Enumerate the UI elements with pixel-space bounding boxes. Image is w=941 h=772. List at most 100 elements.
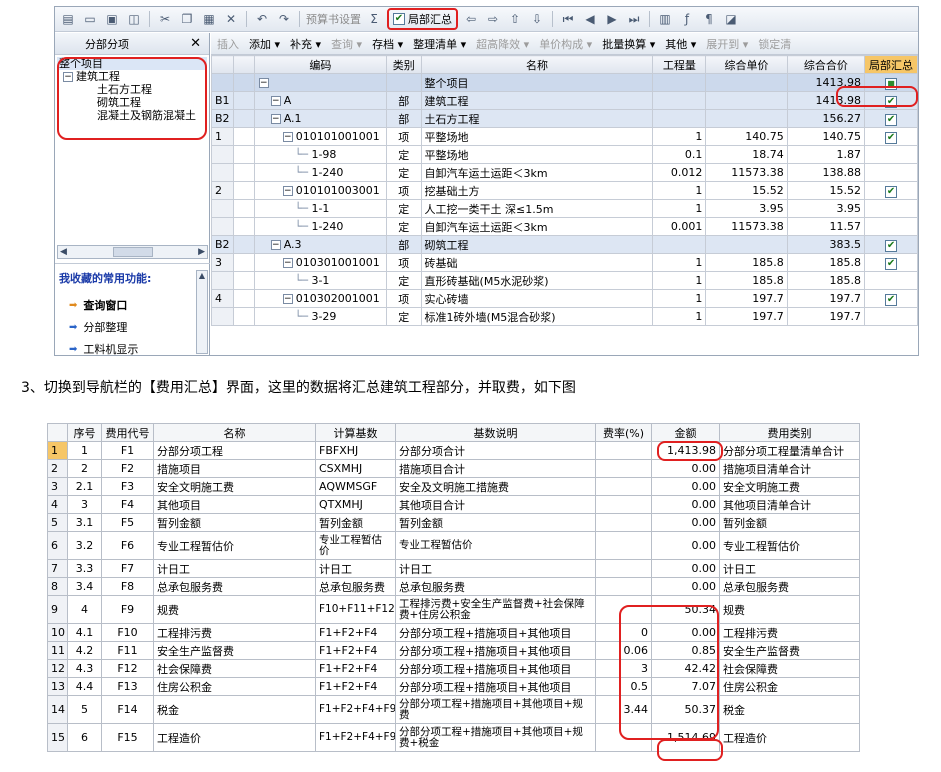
- move-right-icon[interactable]: ⇨: [484, 10, 502, 28]
- fee-code-cell[interactable]: F6: [101, 531, 154, 560]
- move-up-icon[interactable]: ⇧: [506, 10, 524, 28]
- fee-col-base[interactable]: 计算基数: [315, 423, 396, 442]
- fee-amount-cell[interactable]: 0.00: [651, 513, 720, 532]
- fee-name-cell[interactable]: 住房公积金: [153, 677, 316, 696]
- next-icon[interactable]: ▶: [603, 10, 621, 28]
- partial-checkbox-checked[interactable]: ✔: [885, 131, 898, 144]
- add-button[interactable]: 添加 ▾: [249, 36, 280, 52]
- favorite-section-organize[interactable]: ➡ 分部整理: [55, 316, 210, 338]
- fee-type-cell[interactable]: 安全生产监督费: [719, 641, 860, 660]
- total-price-cell[interactable]: 3.95: [786, 199, 866, 218]
- unit-price-cell[interactable]: 185.8: [705, 271, 788, 290]
- fee-amount-cell[interactable]: 42.42: [651, 659, 720, 678]
- fee-rate-cell[interactable]: 0.5: [595, 677, 652, 696]
- fee-type-cell[interactable]: 规费: [719, 595, 860, 624]
- unit-price-cell[interactable]: [705, 91, 788, 110]
- category-cell[interactable]: 定: [385, 199, 422, 218]
- total-price-cell[interactable]: 1413.98: [786, 73, 866, 92]
- partial-summary-cell[interactable]: ✔: [864, 253, 918, 272]
- fee-seq-cell[interactable]: 4.3: [67, 659, 102, 678]
- fee-base-cell[interactable]: QTXMHJ: [315, 495, 396, 514]
- total-price-cell[interactable]: 197.7: [786, 307, 866, 326]
- partial-summary-toggle[interactable]: ✔ 局部汇总: [387, 8, 458, 30]
- fee-col-rate[interactable]: 费率(%): [595, 423, 652, 442]
- save-icon[interactable]: ▣: [103, 10, 121, 28]
- fee-base-cell[interactable]: F1+F2+F4: [315, 677, 396, 696]
- quantity-cell[interactable]: 1: [652, 253, 707, 272]
- partial-summary-cell[interactable]: ■: [864, 73, 918, 92]
- quantity-cell[interactable]: 1: [652, 271, 707, 290]
- partial-summary-checkbox[interactable]: ✔: [393, 13, 405, 25]
- open-folder-icon[interactable]: ▭: [81, 10, 99, 28]
- fee-code-cell[interactable]: F15: [101, 723, 154, 752]
- fee-amount-cell[interactable]: 0.00: [651, 531, 720, 560]
- fee-base-cell[interactable]: 暂列金额: [315, 513, 396, 532]
- partial-checkbox-checked[interactable]: ✔: [885, 113, 898, 126]
- fee-seq-cell[interactable]: 3.1: [67, 513, 102, 532]
- fee-base-cell[interactable]: F1+F2+F4: [315, 659, 396, 678]
- fee-name-cell[interactable]: 工程排污费: [153, 623, 316, 642]
- fee-col-seq[interactable]: 序号: [67, 423, 102, 442]
- grid-row[interactable]: 1−010101001001 项平整场地 1 140.75 140.75 ✔: [210, 127, 918, 146]
- total-price-cell[interactable]: 383.5: [786, 235, 866, 254]
- fee-code-cell[interactable]: F4: [101, 495, 154, 514]
- grid-row[interactable]: └─ 1-240 定自卸汽车运土运距＜3km 0.001 11573.38 11.57: [210, 217, 918, 236]
- fee-type-cell[interactable]: 社会保障费: [719, 659, 860, 678]
- fee-base-desc-cell[interactable]: 专业工程暂估价: [395, 531, 596, 560]
- fee-row[interactable]: 11 4.2 F11 安全生产监督费 F1+F2+F4 分部分项工程+措施项目+其他项目 0…: [47, 641, 860, 660]
- fee-type-cell[interactable]: 其他项目清单合计: [719, 495, 860, 514]
- vertical-scrollbar[interactable]: ▲: [196, 270, 208, 354]
- fee-row[interactable]: 7 3.3 F7 计日工 计日工 计日工 0.00 计日工: [47, 559, 860, 578]
- redo-icon[interactable]: ↷: [275, 10, 293, 28]
- fee-code-cell[interactable]: F3: [101, 477, 154, 496]
- favorite-labor-material[interactable]: ➡ 工料机显示: [55, 338, 210, 355]
- fee-seq-cell[interactable]: 3.3: [67, 559, 102, 578]
- fee-seq-cell[interactable]: 6: [67, 723, 102, 752]
- code-cell[interactable]: −010101003001: [253, 181, 387, 200]
- partial-summary-cell[interactable]: [864, 145, 918, 164]
- quantity-cell[interactable]: 1: [652, 127, 707, 146]
- fee-type-cell[interactable]: 分部分项工程量清单合计: [719, 441, 860, 460]
- fee-base-desc-cell[interactable]: 计日工: [395, 559, 596, 578]
- fee-col-base-desc[interactable]: 基数说明: [395, 423, 596, 442]
- fee-col-code[interactable]: 费用代号: [101, 423, 154, 442]
- last-icon[interactable]: ⏭: [625, 10, 643, 28]
- fee-type-cell[interactable]: 措施项目清单合计: [719, 459, 860, 478]
- fee-amount-cell[interactable]: 50.37: [651, 695, 720, 724]
- fee-base-cell[interactable]: FBFXHJ: [315, 441, 396, 460]
- horizontal-scrollbar[interactable]: ◀ ▶: [57, 245, 208, 259]
- quantity-cell[interactable]: 1: [652, 307, 707, 326]
- fee-base-desc-cell[interactable]: 分部分项工程+措施项目+其他项目+规费+税金: [395, 723, 596, 752]
- partial-summary-cell[interactable]: [864, 199, 918, 218]
- unit-price-cell[interactable]: [705, 73, 788, 92]
- total-price-cell[interactable]: 140.75: [786, 127, 866, 146]
- quantity-cell[interactable]: [652, 235, 707, 254]
- grid-row[interactable]: └─ 3-1 定直形砖基础(M5水泥砂浆) 1 185.8 185.8: [210, 271, 918, 290]
- partial-summary-cell[interactable]: ✔: [864, 91, 918, 110]
- fee-base-desc-cell[interactable]: 分部分项工程+措施项目+其他项目: [395, 623, 596, 642]
- col-header-quantity[interactable]: 工程量: [652, 55, 707, 74]
- fee-seq-cell[interactable]: 1: [67, 441, 102, 460]
- fee-rate-cell[interactable]: 3.44: [595, 695, 652, 724]
- partial-summary-cell[interactable]: [864, 217, 918, 236]
- fee-base-desc-cell[interactable]: 总承包服务费: [395, 577, 596, 596]
- partial-summary-cell[interactable]: [864, 271, 918, 290]
- fee-base-desc-cell[interactable]: 分部分项合计: [395, 441, 596, 460]
- grid-row[interactable]: 2−010101003001 项挖基础土方 1 15.52 15.52 ✔: [210, 181, 918, 200]
- fee-amount-cell[interactable]: 7.07: [651, 677, 720, 696]
- fee-type-cell[interactable]: 住房公积金: [719, 677, 860, 696]
- fee-code-cell[interactable]: F10: [101, 623, 154, 642]
- unit-price-cell[interactable]: [705, 109, 788, 128]
- category-cell[interactable]: 定: [385, 217, 422, 236]
- partial-summary-cell[interactable]: ✔: [864, 181, 918, 200]
- fee-row[interactable]: 4 3 F4 其他项目 QTXMHJ 其他项目合计 0.00 其他项目清单合计: [47, 495, 860, 514]
- code-cell[interactable]: └─ 3-29: [253, 307, 387, 326]
- category-cell[interactable]: [385, 73, 422, 92]
- code-cell[interactable]: └─ 1-1: [253, 199, 387, 218]
- col-header-category[interactable]: 类别: [385, 55, 422, 74]
- fee-rate-cell[interactable]: 0.06: [595, 641, 652, 660]
- collapse-icon[interactable]: −: [282, 294, 293, 304]
- grid-row[interactable]: − 整个项目 1413.98 ■: [210, 73, 918, 92]
- fee-name-cell[interactable]: 工程造价: [153, 723, 316, 752]
- favorite-query-window[interactable]: ➡ 查询窗口: [55, 294, 210, 316]
